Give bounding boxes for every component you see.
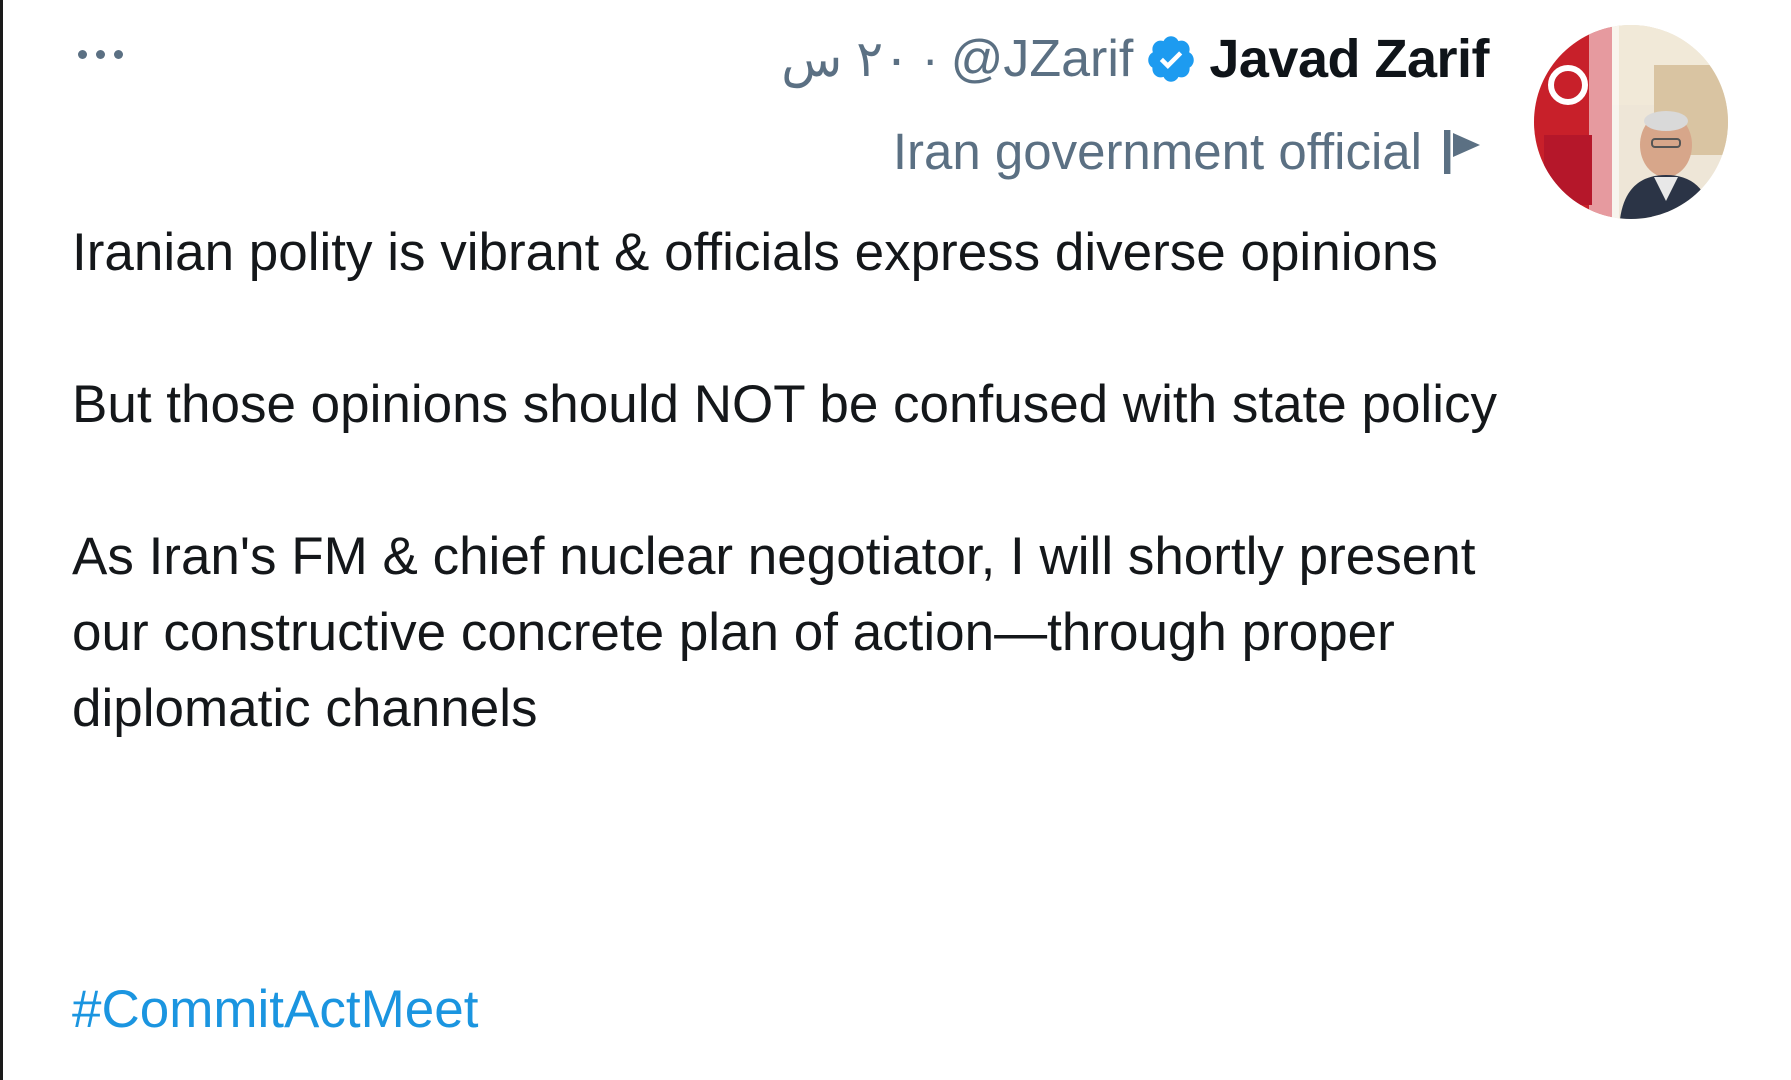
account-label[interactable]: Iran government official bbox=[893, 122, 1484, 181]
more-options-icon-dot bbox=[114, 50, 123, 59]
account-label-text: Iran government official bbox=[892, 123, 1422, 180]
author-handle[interactable]: @JZarif bbox=[951, 29, 1134, 89]
hashtag-link[interactable]: #CommitActMeet bbox=[72, 972, 478, 1048]
avatar[interactable] bbox=[1534, 25, 1728, 219]
author-name[interactable]: Javad Zarif bbox=[1209, 28, 1489, 90]
header-separator: · bbox=[921, 31, 939, 87]
tweet-paragraph: Iranian polity is vibrant & officials ex… bbox=[72, 223, 1438, 282]
more-options-button[interactable] bbox=[78, 50, 123, 59]
more-options-icon-dot bbox=[78, 50, 87, 59]
verified-badge-icon bbox=[1148, 36, 1195, 82]
more-options-icon-dot bbox=[96, 50, 105, 59]
tweet-paragraph: As Iran's FM & chief nuclear negotiator,… bbox=[72, 527, 1476, 738]
tweet-time[interactable]: ۲۰ س bbox=[781, 30, 910, 88]
tweet-header: ۲۰ س · @JZarif Javad Zarif bbox=[781, 28, 1489, 90]
avatar-photo bbox=[1534, 25, 1728, 219]
flag-icon bbox=[1444, 129, 1480, 174]
tweet-card: ۲۰ س · @JZarif Javad Zarif Iran governme… bbox=[0, 0, 1791, 1080]
tweet-paragraph: But those opinions should NOT be confuse… bbox=[72, 375, 1497, 434]
tweet-body: Iranian polity is vibrant & officials ex… bbox=[72, 215, 1512, 747]
